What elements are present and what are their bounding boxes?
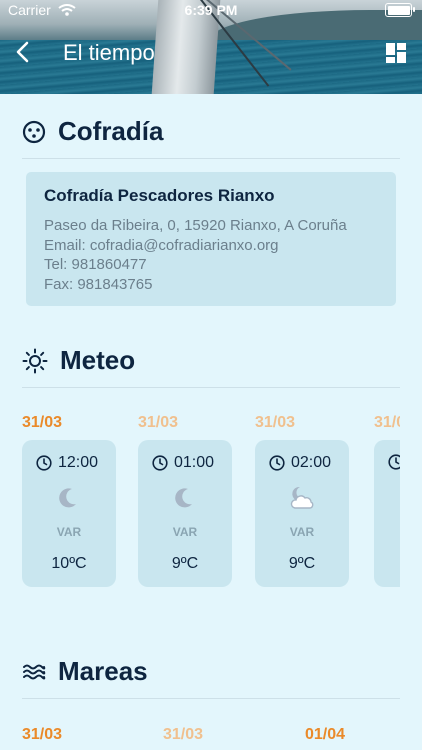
forecast-card[interactable]: 12:00 VAR 10ºC [22,440,116,587]
cofradia-address: Paseo da Ribeira, 0, 15920 Rianxo, A Cor… [44,217,347,234]
forecast-clip: 31/0 [374,400,400,590]
waves-icon [23,664,46,679]
tide-date: 31/03 [22,726,63,743]
forecast-card[interactable]: 02:00 VAR 9ºC [255,440,349,587]
forecast-date: 31/03 [255,414,296,431]
section-title: Meteo [60,345,136,375]
forecast-card[interactable] [374,440,400,587]
forecast-time: 02:00 [269,454,331,472]
divider [22,387,400,388]
section-mareas-heading: Mareas [22,656,148,687]
forecast-date: 31/03 [22,414,63,431]
moon-cloud-icon [290,486,314,509]
forecast-temperature: 9ºC [171,555,199,572]
forecast-wind: VAR [289,525,315,539]
status-time: 6:39 PM [184,2,238,18]
clock-icon [152,455,168,471]
forecast-wind: VAR [56,525,82,539]
clock-icon [388,454,400,470]
moon-icon [59,488,76,508]
divider [22,158,400,159]
forecast-date: 31/03 [138,414,179,431]
tide-date: 31/03 [163,726,204,743]
cofradia-fax: Fax: 981843765 [44,275,153,293]
cofradia-icon [22,120,46,143]
forecast-date: 31/0 [374,414,400,431]
page-title: El tiempo [63,40,155,65]
tide-date: 01/04 [305,726,346,743]
clock-icon [269,455,285,471]
cofradia-name: Cofradía Pescadores Rianxo [44,186,275,205]
cofradia-info-card: Cofradía Pescadores Rianxo Paseo da Ribe… [26,172,396,306]
forecast-time-label: 12:00 [58,454,99,471]
back-icon[interactable] [12,40,36,64]
cofradia-phone[interactable]: Tel: 981860477 [44,255,378,275]
forecast-time [388,454,400,470]
forecast-time: 01:00 [152,454,214,472]
battery-icon [385,3,415,17]
forecast-temperature: 9ºC [288,555,316,572]
cofradia-email[interactable]: Email: cofradia@cofradiarianxo.org [44,236,378,256]
section-title: Cofradía [58,116,164,146]
forecast-temperature: 10ºC [51,555,87,572]
header-banner: Carrier 6:39 PM El tiempo [0,0,422,94]
forecast-card[interactable]: 01:00 VAR 9ºC [138,440,232,587]
forecast-time-label: 01:00 [174,454,215,471]
sun-icon [22,348,48,373]
dashboard-grid-icon[interactable] [386,43,406,63]
forecast-time-label: 02:00 [291,454,332,471]
section-cofradia-heading: Cofradía [22,116,163,147]
section-title: Mareas [58,656,148,686]
forecast-wind: VAR [172,525,198,539]
moon-icon [175,488,192,508]
divider [22,698,400,699]
section-meteo-heading: Meteo [22,345,135,376]
clock-icon [36,455,52,471]
forecast-time: 12:00 [36,454,98,472]
